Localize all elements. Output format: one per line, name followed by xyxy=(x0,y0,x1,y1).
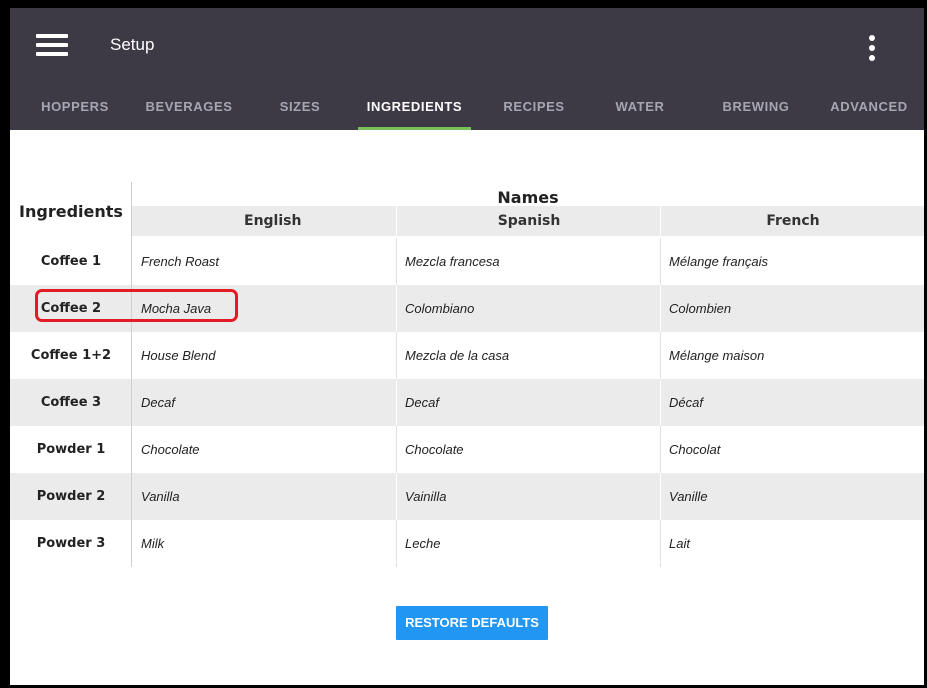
language-header-french: French xyxy=(660,206,924,236)
name-field-spanish[interactable]: Vainilla xyxy=(395,473,446,520)
ingredient-label: Powder 3 xyxy=(36,536,106,551)
ingredient-label: Powder 1 xyxy=(36,442,106,457)
app-title: Setup xyxy=(110,35,155,54)
name-field-french[interactable]: Chocolat xyxy=(659,426,720,473)
tab-sizes[interactable]: SIZES xyxy=(272,88,328,130)
language-header-row: English Spanish French xyxy=(132,206,924,236)
name-field-english[interactable]: French Roast xyxy=(141,238,219,285)
table-row: Coffee 1+2 House Blend Mezcla de la casa… xyxy=(10,332,924,379)
tab-bar: HOPPERS BEVERAGES SIZES INGREDIENTS RECI… xyxy=(10,88,924,130)
dot xyxy=(869,35,875,41)
tab-advanced[interactable]: ADVANCED xyxy=(824,88,914,130)
tab-brewing[interactable]: BREWING xyxy=(714,88,798,130)
name-field-english[interactable]: Chocolate xyxy=(141,426,200,473)
name-field-french[interactable]: Vanille xyxy=(660,473,708,520)
name-field-english[interactable]: House Blend xyxy=(141,332,215,379)
column-divider xyxy=(131,473,132,520)
menu-line xyxy=(36,52,68,56)
name-field-english[interactable]: Vanilla xyxy=(141,473,180,520)
column-divider xyxy=(131,426,132,473)
language-header-english: English xyxy=(244,213,302,229)
name-field-english[interactable]: Decaf xyxy=(141,379,175,426)
hamburger-menu-icon[interactable] xyxy=(36,32,68,58)
name-field-spanish[interactable]: Chocolate xyxy=(396,426,464,473)
tab-ingredients[interactable]: INGREDIENTS xyxy=(358,88,471,130)
name-field-french[interactable]: Colombien xyxy=(659,285,731,332)
column-divider xyxy=(131,379,132,426)
name-field-english[interactable]: Milk xyxy=(141,520,164,567)
ingredient-label: Coffee 3 xyxy=(40,395,102,410)
table-row: Coffee 3 Decaf Decaf Décaf xyxy=(10,379,924,426)
column-divider xyxy=(131,332,132,379)
column-divider xyxy=(131,520,132,567)
table-row: Powder 3 Milk Leche Lait xyxy=(10,520,924,567)
name-field-french[interactable]: Décaf xyxy=(660,379,703,426)
column-divider xyxy=(131,238,132,285)
table-row: Powder 1 Chocolate Chocolate Chocolat xyxy=(10,426,924,473)
name-field-french[interactable]: Lait xyxy=(660,520,690,567)
language-header-spanish: Spanish xyxy=(396,206,661,236)
dot xyxy=(869,45,875,51)
name-field-spanish[interactable]: Leche xyxy=(395,520,440,567)
name-field-spanish[interactable]: Colombiano xyxy=(395,285,474,332)
name-field-spanish[interactable]: Mezcla francesa xyxy=(396,238,500,285)
name-field-french[interactable]: Mélange français xyxy=(660,238,768,285)
menu-line xyxy=(36,43,68,47)
name-field-spanish[interactable]: Mezcla de la casa xyxy=(395,332,509,379)
table-row: Powder 2 Vanilla Vainilla Vanille xyxy=(10,473,924,520)
menu-line xyxy=(36,34,68,38)
ingredient-label: Coffee 1 xyxy=(40,254,102,269)
tab-water[interactable]: WATER xyxy=(608,88,672,130)
tab-hoppers[interactable]: HOPPERS xyxy=(30,88,120,130)
device-frame: Setup HOPPERS BEVERAGES SIZES INGREDIENT… xyxy=(0,0,927,688)
dot xyxy=(869,55,875,61)
highlight-annotation xyxy=(35,289,238,322)
tab-recipes[interactable]: RECIPES xyxy=(494,88,574,130)
ingredient-label: Powder 2 xyxy=(36,489,106,504)
app-bar: Setup HOPPERS BEVERAGES SIZES INGREDIENT… xyxy=(10,8,924,130)
name-field-french[interactable]: Mélange maison xyxy=(659,332,764,379)
more-vert-icon[interactable] xyxy=(864,33,880,65)
tab-beverages[interactable]: BEVERAGES xyxy=(138,88,240,130)
app-screen: Setup HOPPERS BEVERAGES SIZES INGREDIENT… xyxy=(10,8,924,685)
table-row: Coffee 1 French Roast Mezcla francesa Mé… xyxy=(10,238,924,285)
names-group-header: Names xyxy=(497,188,559,207)
ingredient-label: Coffee 1+2 xyxy=(30,348,112,363)
restore-defaults-button[interactable]: RESTORE DEFAULTS xyxy=(396,606,548,640)
name-field-spanish[interactable]: Decaf xyxy=(396,379,439,426)
